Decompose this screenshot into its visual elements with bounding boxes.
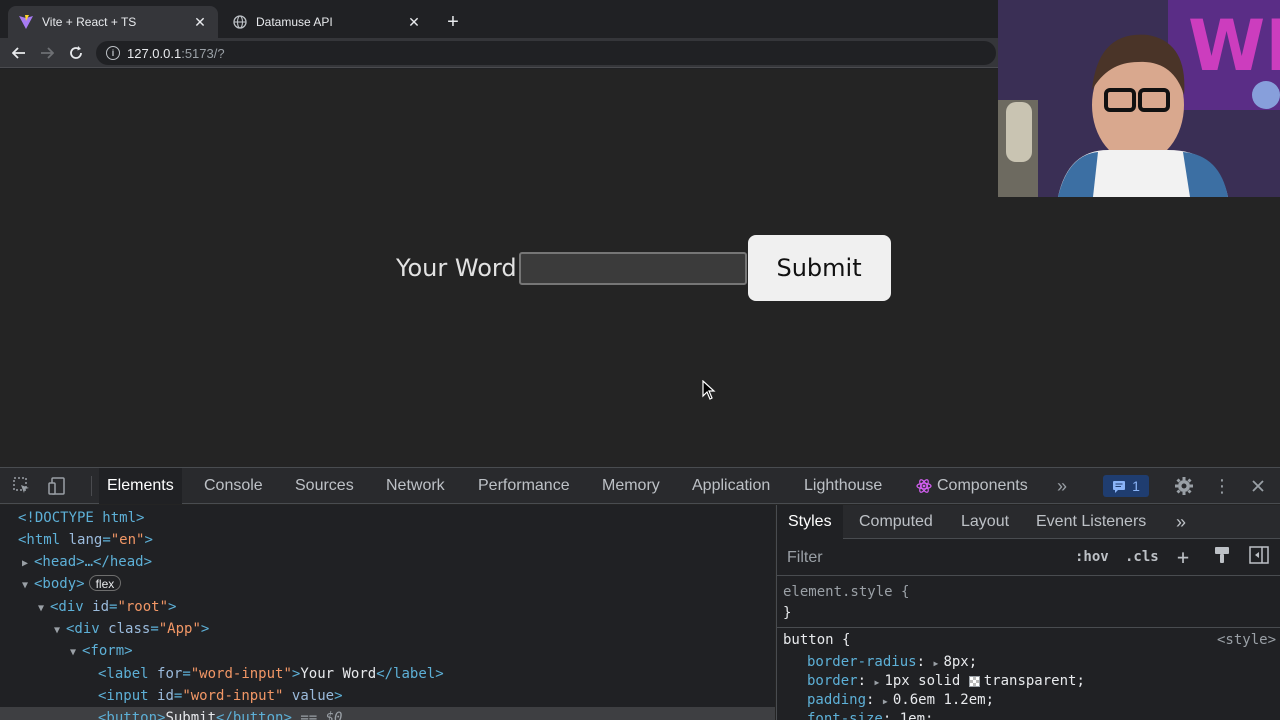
- presenter-image: WD: [998, 0, 1280, 197]
- tab-computed[interactable]: Computed: [848, 505, 944, 539]
- tab-components[interactable]: Components: [908, 468, 1036, 504]
- issues-count: 1: [1132, 478, 1140, 494]
- word-label: Your Word: [396, 254, 517, 282]
- toggle-sidebar-icon[interactable]: [1249, 546, 1269, 568]
- tab-styles[interactable]: Styles: [777, 505, 843, 539]
- tab-layout[interactable]: Layout: [950, 505, 1020, 539]
- prop-padding[interactable]: padding: ▶ 0.6em 1.2em;: [807, 690, 994, 710]
- dom-form[interactable]: ▼ <form>: [70, 640, 133, 662]
- selected-marker: == $0: [300, 710, 343, 720]
- devtools-panel: Elements Console Sources Network Perform…: [0, 467, 1280, 720]
- info-icon[interactable]: i: [106, 46, 120, 60]
- add-rule-icon[interactable]: +: [1177, 545, 1189, 569]
- tab-title: Vite + React + TS: [42, 15, 137, 29]
- tab-components-label: Components: [937, 477, 1028, 494]
- color-swatch[interactable]: [968, 675, 980, 687]
- issues-badge[interactable]: 1: [1103, 475, 1149, 497]
- mouse-cursor-icon: [702, 380, 716, 400]
- reload-button[interactable]: [65, 42, 87, 64]
- forward-arrow-icon: [41, 47, 54, 59]
- tab-datamuse[interactable]: Datamuse API ✕: [222, 6, 432, 38]
- url-host: 127.0.0.1: [127, 45, 182, 61]
- rule-divider: [777, 627, 1280, 628]
- webcam-overlay: WD: [998, 0, 1280, 197]
- tab-network[interactable]: Network: [378, 468, 453, 504]
- word-input[interactable]: [518, 251, 747, 285]
- dom-body[interactable]: ▼ <body> flex: [22, 573, 122, 597]
- tab-title: Datamuse API: [256, 15, 333, 29]
- prop-border-radius[interactable]: border-radius: ▶ 8px;: [807, 652, 977, 672]
- screen: Vite + React + TS ✕ Datamuse API ✕ + i 1…: [0, 0, 1280, 720]
- device-toolbar-icon[interactable]: [47, 476, 67, 496]
- paint-brush-icon[interactable]: [1213, 546, 1231, 568]
- hov-button[interactable]: :hov: [1075, 549, 1109, 565]
- styles-tabbar: Styles Computed Layout Event Listeners »: [777, 505, 1280, 539]
- dom-div-app[interactable]: ▼ <div class="App">: [54, 618, 209, 640]
- collapse-triangle-icon[interactable]: ▼: [38, 598, 50, 620]
- button-selector[interactable]: button {: [783, 630, 850, 650]
- tab-memory[interactable]: Memory: [594, 468, 668, 504]
- back-arrow-icon: [12, 47, 25, 59]
- submit-button[interactable]: Submit: [747, 235, 891, 301]
- dom-doctype[interactable]: <!DOCTYPE html>: [18, 507, 144, 529]
- forward-button[interactable]: [36, 42, 58, 64]
- toolbar-divider: [91, 476, 92, 496]
- flex-badge[interactable]: flex: [88, 575, 122, 591]
- message-icon: [1113, 480, 1126, 493]
- back-button[interactable]: [8, 42, 30, 64]
- prop-font-size[interactable]: font-size: 1em;: [807, 709, 933, 720]
- more-tabs-icon[interactable]: »: [1165, 505, 1197, 539]
- globe-icon: [232, 14, 248, 30]
- tab-elements[interactable]: Elements: [99, 468, 182, 504]
- element-style-rule[interactable]: element.style {: [783, 582, 909, 602]
- cls-button[interactable]: .cls: [1125, 549, 1159, 565]
- close-brace: }: [783, 605, 792, 621]
- tab-vite[interactable]: Vite + React + TS ✕: [8, 6, 218, 38]
- dom-div-root[interactable]: ▼ <div id="root">: [38, 596, 176, 618]
- collapse-triangle-icon[interactable]: ▼: [22, 575, 34, 597]
- style-source-link[interactable]: <style>: [1217, 630, 1276, 650]
- word-form: Your Word Submit: [396, 235, 891, 301]
- styles-sidebar: Styles Computed Layout Event Listeners »…: [776, 505, 1280, 720]
- tab-performance[interactable]: Performance: [470, 468, 578, 504]
- tab-sources[interactable]: Sources: [287, 468, 362, 504]
- close-icon[interactable]: ✕: [192, 14, 208, 30]
- dom-button-selected[interactable]: <button>Submit</button> == $0: [0, 707, 775, 720]
- elements-tree[interactable]: <!DOCTYPE html> <html lang="en"> ▶ <head>…: [0, 505, 775, 720]
- address-bar[interactable]: i 127.0.0.1:5173/?: [96, 41, 996, 65]
- collapse-triangle-icon[interactable]: ▼: [70, 642, 82, 664]
- close-devtools-icon[interactable]: [1248, 476, 1268, 496]
- kebab-menu-icon[interactable]: ⋮: [1212, 476, 1232, 496]
- tab-application[interactable]: Application: [684, 468, 778, 504]
- collapse-triangle-icon[interactable]: ▼: [54, 620, 66, 642]
- tab-lighthouse[interactable]: Lighthouse: [796, 468, 890, 504]
- settings-gear-icon[interactable]: [1174, 476, 1194, 496]
- url-rest: :5173/?: [181, 45, 225, 61]
- dom-input[interactable]: <input id="word-input" value>: [98, 685, 343, 707]
- new-tab-button[interactable]: +: [442, 11, 464, 33]
- tab-event-listeners[interactable]: Event Listeners: [1025, 505, 1157, 539]
- more-tabs-icon[interactable]: »: [1052, 476, 1072, 496]
- vite-icon: [18, 14, 34, 30]
- dom-head[interactable]: ▶ <head>…</head>: [22, 551, 152, 573]
- devtools-tabbar: Elements Console Sources Network Perform…: [0, 468, 1280, 504]
- styles-filter-input[interactable]: Filter: [781, 544, 1061, 572]
- tab-console[interactable]: Console: [196, 468, 271, 504]
- expand-triangle-icon[interactable]: ▶: [22, 553, 34, 575]
- close-icon[interactable]: ✕: [406, 14, 422, 30]
- prop-border[interactable]: border: ▶ 1px solid transparent;: [807, 671, 1085, 691]
- dom-html[interactable]: <html lang="en">: [18, 529, 153, 551]
- dom-label[interactable]: <label for="word-input">Your Word</label…: [98, 663, 444, 685]
- reload-icon: [70, 46, 82, 59]
- wds-logo: WD: [1188, 5, 1280, 87]
- inspect-element-icon[interactable]: [12, 476, 32, 496]
- react-icon: [916, 479, 932, 493]
- styles-filter-bar: Filter :hov .cls +: [777, 540, 1280, 576]
